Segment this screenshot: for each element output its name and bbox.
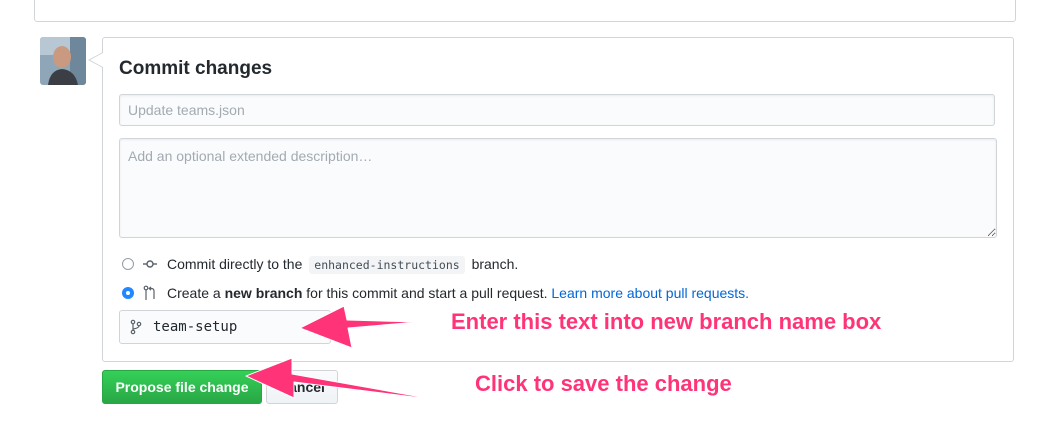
commit-summary-input[interactable] [119,94,995,126]
propose-file-change-button[interactable]: Propose file change [102,370,262,404]
branch-hint-annotation: Enter this text into new branch name box [451,309,882,334]
commit-direct-prefix: Commit directly to the [167,256,303,272]
new-branch-radio[interactable] [122,287,134,299]
branch-name-code: enhanced-instructions [309,256,465,274]
new-branch-prefix: Create a [167,285,221,301]
commit-description-input[interactable] [119,138,997,238]
avatar [40,37,86,85]
git-commit-icon [142,257,158,276]
commit-direct-label: Commit directly to the enhanced-instruct… [167,256,519,274]
commit-direct-radio[interactable] [122,258,134,270]
previous-panel [34,0,1016,22]
commit-title: Commit changes [119,58,273,79]
comment-caret-fill [90,53,103,67]
save-hint-annotation: Click to save the change [475,371,732,396]
git-branch-icon [130,319,142,340]
branch-name-input[interactable] [153,317,323,337]
commit-direct-suffix: branch. [471,256,519,272]
new-branch-suffix: for this commit and start a pull request… [306,285,548,301]
git-pull-request-icon [143,285,157,306]
branch-name-field[interactable] [119,310,331,344]
new-branch-bold: new branch [224,285,303,301]
learn-more-link[interactable]: Learn more about pull requests. [551,285,749,301]
new-branch-label: Create a new branch for this commit and … [167,285,749,301]
cancel-button[interactable]: Cancel [266,370,338,404]
